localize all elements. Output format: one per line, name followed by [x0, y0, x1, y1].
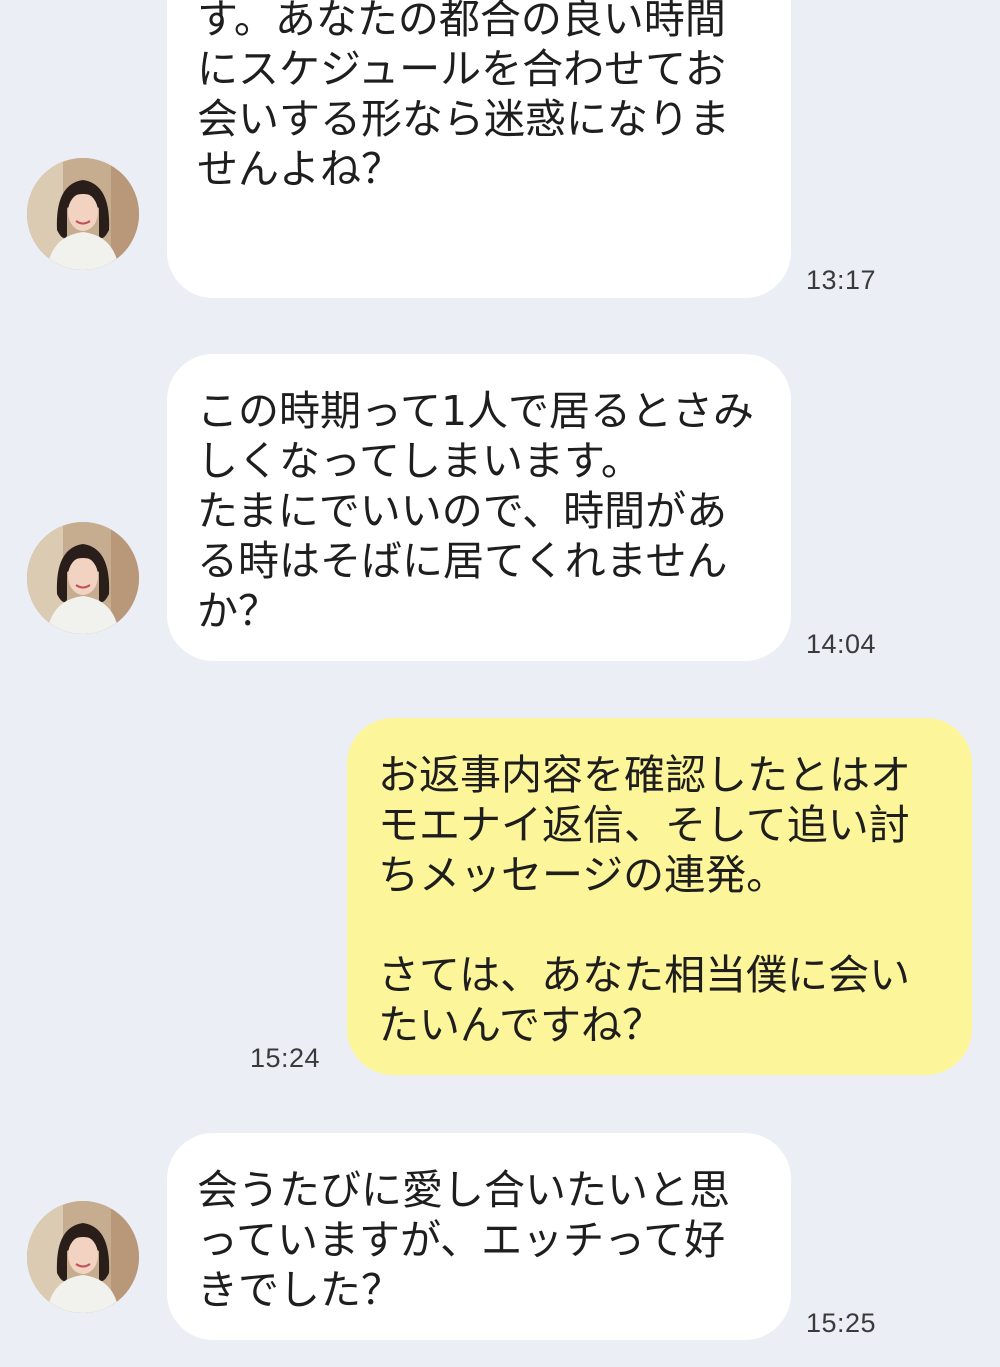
message-bubble-incoming[interactable]: ったこともあって初対面はち ょっと緊張してしまいそうで す。あなたの都合の良い時… — [167, 0, 791, 298]
contact-avatar[interactable] — [27, 522, 139, 634]
message-bubble-outgoing[interactable]: お返事内容を確認したとはオ モエナイ返信、そして追い討 ちメッセージの連発。 さ… — [347, 718, 972, 1075]
profile-photo-icon — [27, 1201, 139, 1313]
contact-avatar[interactable] — [27, 158, 139, 270]
message-timestamp: 15:25 — [806, 1308, 877, 1338]
message-timestamp: 15:24 — [250, 1043, 321, 1073]
contact-avatar[interactable] — [27, 1201, 139, 1313]
profile-photo-icon — [27, 158, 139, 270]
message-bubble-incoming[interactable]: この時期って1人で居るとさみ しくなってしまいます。 たまにでいいので、時間があ… — [167, 354, 791, 661]
message-bubble-incoming[interactable]: 会うたびに愛し合いたいと思 っていますが、エッチって好 きでした？ — [167, 1133, 791, 1340]
profile-photo-icon — [27, 522, 139, 634]
chat-message-list[interactable]: ったこともあって初対面はち ょっと緊張してしまいそうで す。あなたの都合の良い時… — [0, 0, 1000, 1367]
message-timestamp: 14:04 — [806, 629, 877, 659]
message-timestamp: 13:17 — [806, 265, 877, 295]
